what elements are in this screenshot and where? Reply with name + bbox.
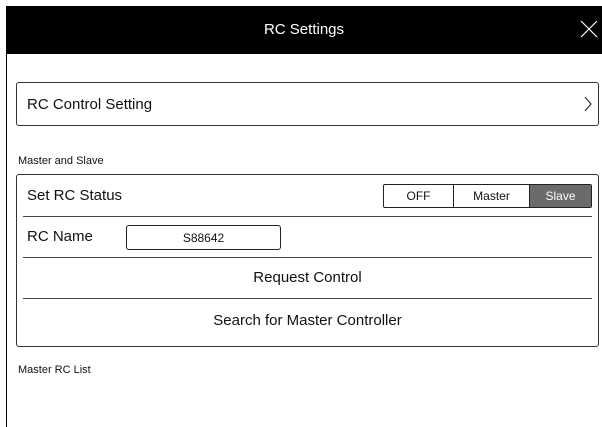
master-rc-list-section-label: Master RC List <box>18 364 91 376</box>
search-master-row[interactable]: Search for Master Controller <box>23 298 592 344</box>
close-icon[interactable] <box>578 18 600 40</box>
rc-status-row: Set RC Status OFF Master Slave <box>23 175 592 217</box>
rc-name-label: RC Name <box>27 228 93 245</box>
rc-control-setting-label: RC Control Setting <box>27 96 153 113</box>
master-rc-list <box>7 386 601 427</box>
master-slave-group: Set RC Status OFF Master Slave RC Name R… <box>16 174 599 347</box>
window-title: RC Settings <box>263 21 345 38</box>
request-control-button[interactable]: Request Control <box>23 269 592 286</box>
status-option-master[interactable]: Master <box>453 185 529 207</box>
rc-status-segmented-control: OFF Master Slave <box>383 184 592 208</box>
rc-name-input[interactable] <box>126 225 281 250</box>
rc-status-label: Set RC Status <box>27 187 123 204</box>
search-master-controller-button[interactable]: Search for Master Controller <box>23 312 592 329</box>
master-and-slave-section-label: Master and Slave <box>18 155 104 167</box>
rc-control-setting-row[interactable]: RC Control Setting <box>16 82 599 126</box>
request-control-row[interactable]: Request Control <box>23 257 592 299</box>
rc-settings-window: RC Settings RC Control Setting Master an… <box>6 6 602 427</box>
status-option-off[interactable]: OFF <box>384 185 453 207</box>
rc-name-row: RC Name <box>23 216 592 258</box>
chevron-right-icon <box>584 96 592 112</box>
title-bar: RC Settings <box>6 6 602 54</box>
status-option-slave[interactable]: Slave <box>529 185 591 207</box>
